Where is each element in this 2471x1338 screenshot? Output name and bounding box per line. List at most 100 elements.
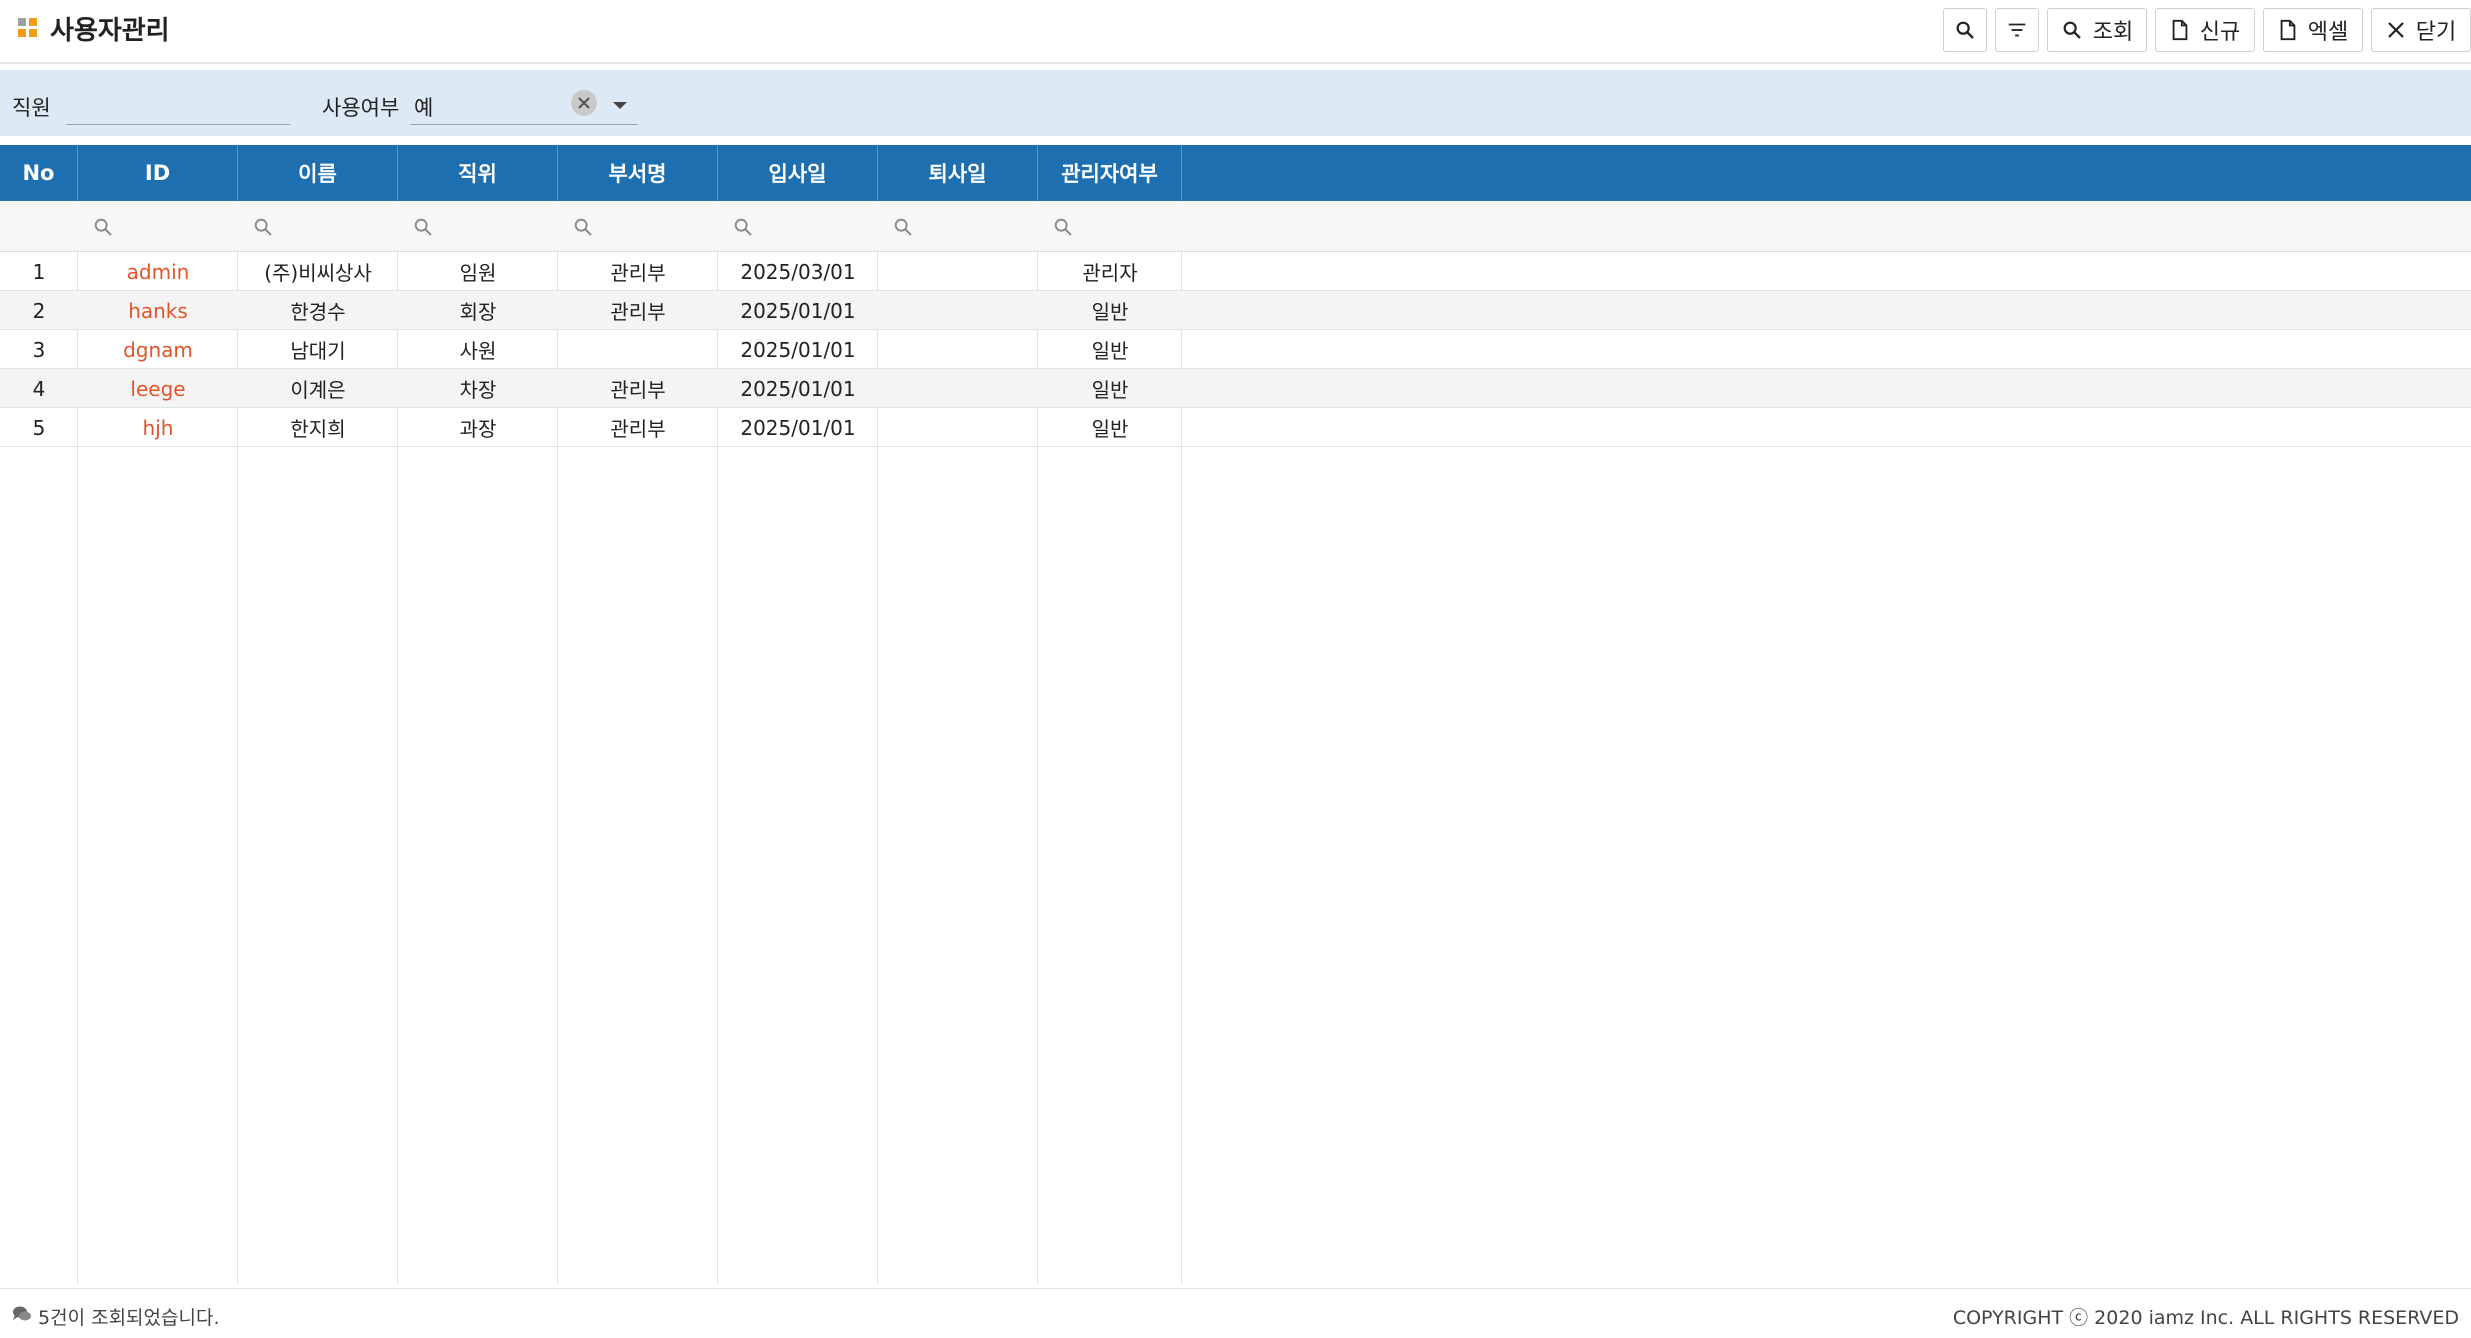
chevron-down-icon[interactable] [613, 102, 627, 109]
search-icon [414, 218, 432, 236]
grid-dots-icon [18, 18, 38, 38]
close-label: 닫기 [2415, 20, 2457, 45]
cell-position: 차장 [459, 378, 497, 402]
filter-cell-hire-date[interactable] [718, 201, 878, 252]
new-label: 신규 [2199, 20, 2241, 45]
cell-leave-date [878, 252, 1038, 291]
cell-id-link[interactable]: admin [78, 252, 238, 291]
cell-position: 과장 [459, 417, 497, 441]
table-row[interactable]: 2 hanks 한경수 회장 관리부 2025/01/01 일반 [0, 291, 2471, 330]
filter-cell-dept[interactable] [558, 201, 718, 252]
column-header-hire-date[interactable]: 입사일 [718, 145, 878, 201]
search-icon-button[interactable] [1943, 8, 1987, 52]
search-icon [94, 218, 112, 236]
cell-admin: 관리자 [1082, 261, 1138, 285]
table-row[interactable]: 1 admin (주)비씨상사 임원 관리부 2025/03/01 관리자 [0, 252, 2471, 291]
cell-admin: 일반 [1091, 417, 1129, 441]
column-header-no[interactable]: No [0, 145, 78, 201]
cell-name: (주)비씨상사 [264, 261, 372, 285]
filter-cell-id[interactable] [78, 201, 238, 252]
chat-bubble-icon [12, 1305, 32, 1328]
employee-label: 직원 [12, 96, 51, 120]
column-header-position[interactable]: 직위 [398, 145, 558, 201]
filter-cell-name[interactable] [238, 201, 398, 252]
cell-no: 3 [32, 337, 46, 362]
cell-dept: 관리부 [610, 300, 666, 324]
new-button[interactable]: 신규 [2155, 8, 2255, 52]
filter-icon [2006, 19, 2028, 41]
grid-header-row: No ID 이름 직위 부서명 입사일 퇴사일 관리자여부 [0, 145, 2471, 201]
search-icon [894, 218, 912, 236]
page-header: 사용자관리 조회 신규 엑셀 닫기 [0, 0, 2471, 64]
cell-dept: 관리부 [610, 378, 666, 402]
use-label: 사용여부 [322, 96, 400, 120]
cell-no: 4 [32, 376, 46, 401]
cell-hire-date: 2025/03/01 [740, 259, 856, 284]
copyright-text: COPYRIGHT ⓒ 2020 iamz Inc. ALL RIGHTS RE… [1952, 1307, 2459, 1329]
cell-position: 임원 [459, 261, 497, 285]
status-text: 5건이 조회되었습니다. [38, 1307, 220, 1329]
filter-cell-position[interactable] [398, 201, 558, 252]
search-panel: 직원 사용여부 예 [0, 70, 2471, 136]
toolbar: 조회 신규 엑셀 닫기 [1943, 8, 2471, 54]
excel-label: 엑셀 [2307, 20, 2349, 45]
close-button[interactable]: 닫기 [2371, 8, 2471, 52]
cell-no: 1 [32, 259, 46, 284]
status-message: 5건이 조회되었습니다. [12, 1303, 220, 1330]
table-row[interactable]: 4 leege 이계은 차장 관리부 2025/01/01 일반 [0, 369, 2471, 408]
filter-button[interactable] [1995, 8, 2039, 52]
use-select-value: 예 [414, 96, 434, 120]
filter-cell-leave-date[interactable] [878, 201, 1038, 252]
search-icon [734, 218, 752, 236]
document-icon [2170, 19, 2190, 41]
user-grid: No ID 이름 직위 부서명 입사일 퇴사일 관리자여부 1 admin (주… [0, 145, 2471, 1285]
excel-button[interactable]: 엑셀 [2263, 8, 2363, 52]
cell-id-link[interactable]: hjh [78, 408, 238, 447]
cell-hire-date: 2025/01/01 [740, 415, 856, 440]
cell-dept [558, 330, 718, 369]
search-icon [1054, 218, 1072, 236]
inquire-button[interactable]: 조회 [2047, 8, 2147, 52]
clear-icon[interactable] [571, 90, 597, 116]
cell-hire-date: 2025/01/01 [740, 337, 856, 362]
cell-leave-date [878, 330, 1038, 369]
column-header-id[interactable]: ID [78, 145, 238, 201]
cell-id-link[interactable]: dgnam [78, 330, 238, 369]
cell-id-link[interactable]: leege [78, 369, 238, 408]
employee-input[interactable] [66, 86, 290, 125]
search-icon [1954, 19, 1976, 41]
column-header-dept[interactable]: 부서명 [558, 145, 718, 201]
cell-no: 2 [32, 298, 46, 323]
cell-no: 5 [32, 415, 46, 440]
cell-leave-date [878, 291, 1038, 330]
cell-id-link[interactable]: hanks [78, 291, 238, 330]
cell-hire-date: 2025/01/01 [740, 376, 856, 401]
cell-dept: 관리부 [610, 417, 666, 441]
filter-cell-admin[interactable] [1038, 201, 1182, 252]
document-icon [2278, 19, 2298, 41]
inquire-label: 조회 [2092, 20, 2134, 45]
cell-admin: 일반 [1091, 300, 1129, 324]
cell-name: 남대기 [290, 339, 346, 363]
search-icon [254, 218, 272, 236]
status-bar: 5건이 조회되었습니다. COPYRIGHT ⓒ 2020 iamz Inc. … [0, 1288, 2471, 1338]
column-header-leave-date[interactable]: 퇴사일 [878, 145, 1038, 201]
grid-filter-row [0, 201, 2471, 252]
cell-admin: 일반 [1091, 339, 1129, 363]
cell-name: 이계은 [290, 378, 346, 402]
cell-name: 한경수 [290, 300, 346, 324]
column-header-name[interactable]: 이름 [238, 145, 398, 201]
cell-position: 사원 [459, 339, 497, 363]
search-icon [574, 218, 592, 236]
use-select[interactable]: 예 [410, 86, 638, 125]
table-row[interactable]: 3 dgnam 남대기 사원 2025/01/01 일반 [0, 330, 2471, 369]
close-icon [2386, 20, 2406, 40]
table-row[interactable]: 5 hjh 한지희 과장 관리부 2025/01/01 일반 [0, 408, 2471, 447]
cell-leave-date [878, 408, 1038, 447]
cell-hire-date: 2025/01/01 [740, 298, 856, 323]
column-header-admin[interactable]: 관리자여부 [1038, 145, 1182, 201]
cell-admin: 일반 [1091, 378, 1129, 402]
cell-name: 한지희 [290, 417, 346, 441]
cell-leave-date [878, 369, 1038, 408]
page-title: 사용자관리 [50, 16, 170, 46]
